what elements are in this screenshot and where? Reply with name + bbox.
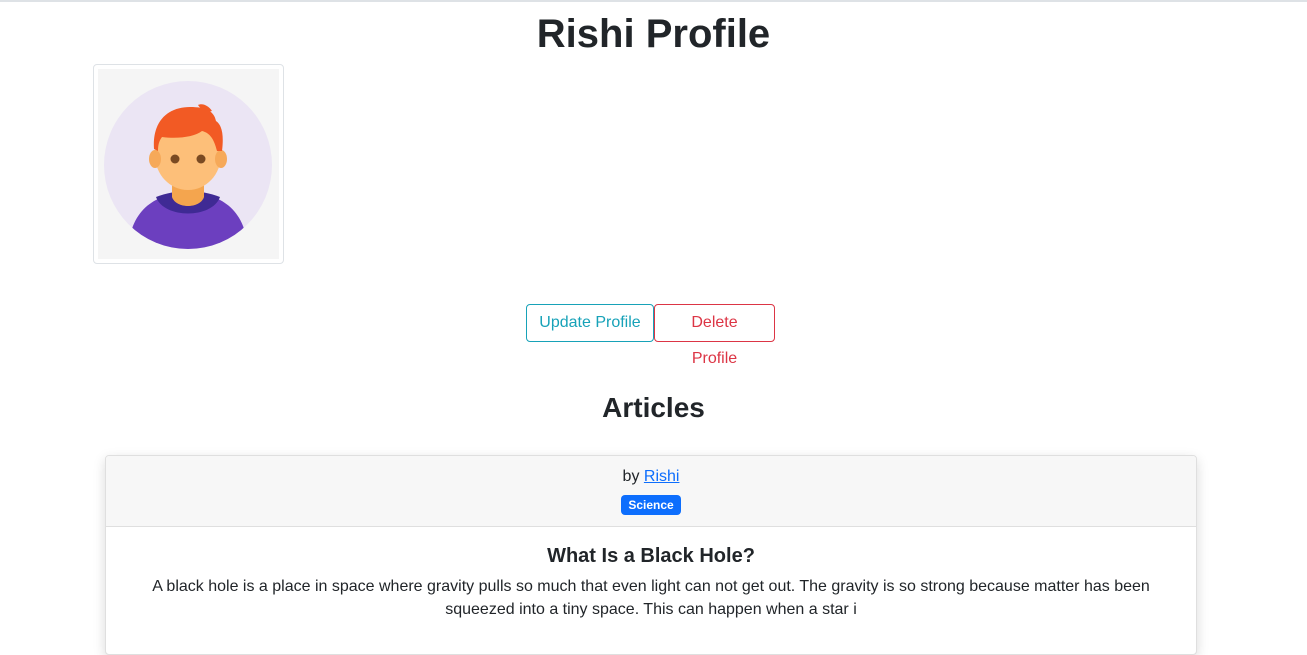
category-badge: Science [621,495,681,515]
top-border [0,0,1307,2]
avatar [93,64,284,264]
delete-profile-button[interactable]: Delete Profile [654,304,775,367]
article-card-body: What Is a Black Hole? A black hole is a … [106,527,1196,621]
article-card-header: by Rishi Science [106,456,1196,527]
article-title: What Is a Black Hole? [547,545,755,567]
byline-prefix: by [622,468,644,485]
articles-heading: Articles [602,392,705,423]
update-profile-button[interactable]: Update Profile [526,304,654,342]
author-link[interactable]: Rishi [644,468,680,485]
user-avatar-icon [98,69,279,259]
page-title: Rishi Profile [536,12,771,56]
article-byline: by Rishi [106,467,1196,487]
article-excerpt: A black hole is a place in space where g… [152,578,1150,618]
article-card: by Rishi Science What Is a Black Hole? A… [105,455,1197,655]
profile-actions: Update Profile Delete Profile [526,304,775,367]
